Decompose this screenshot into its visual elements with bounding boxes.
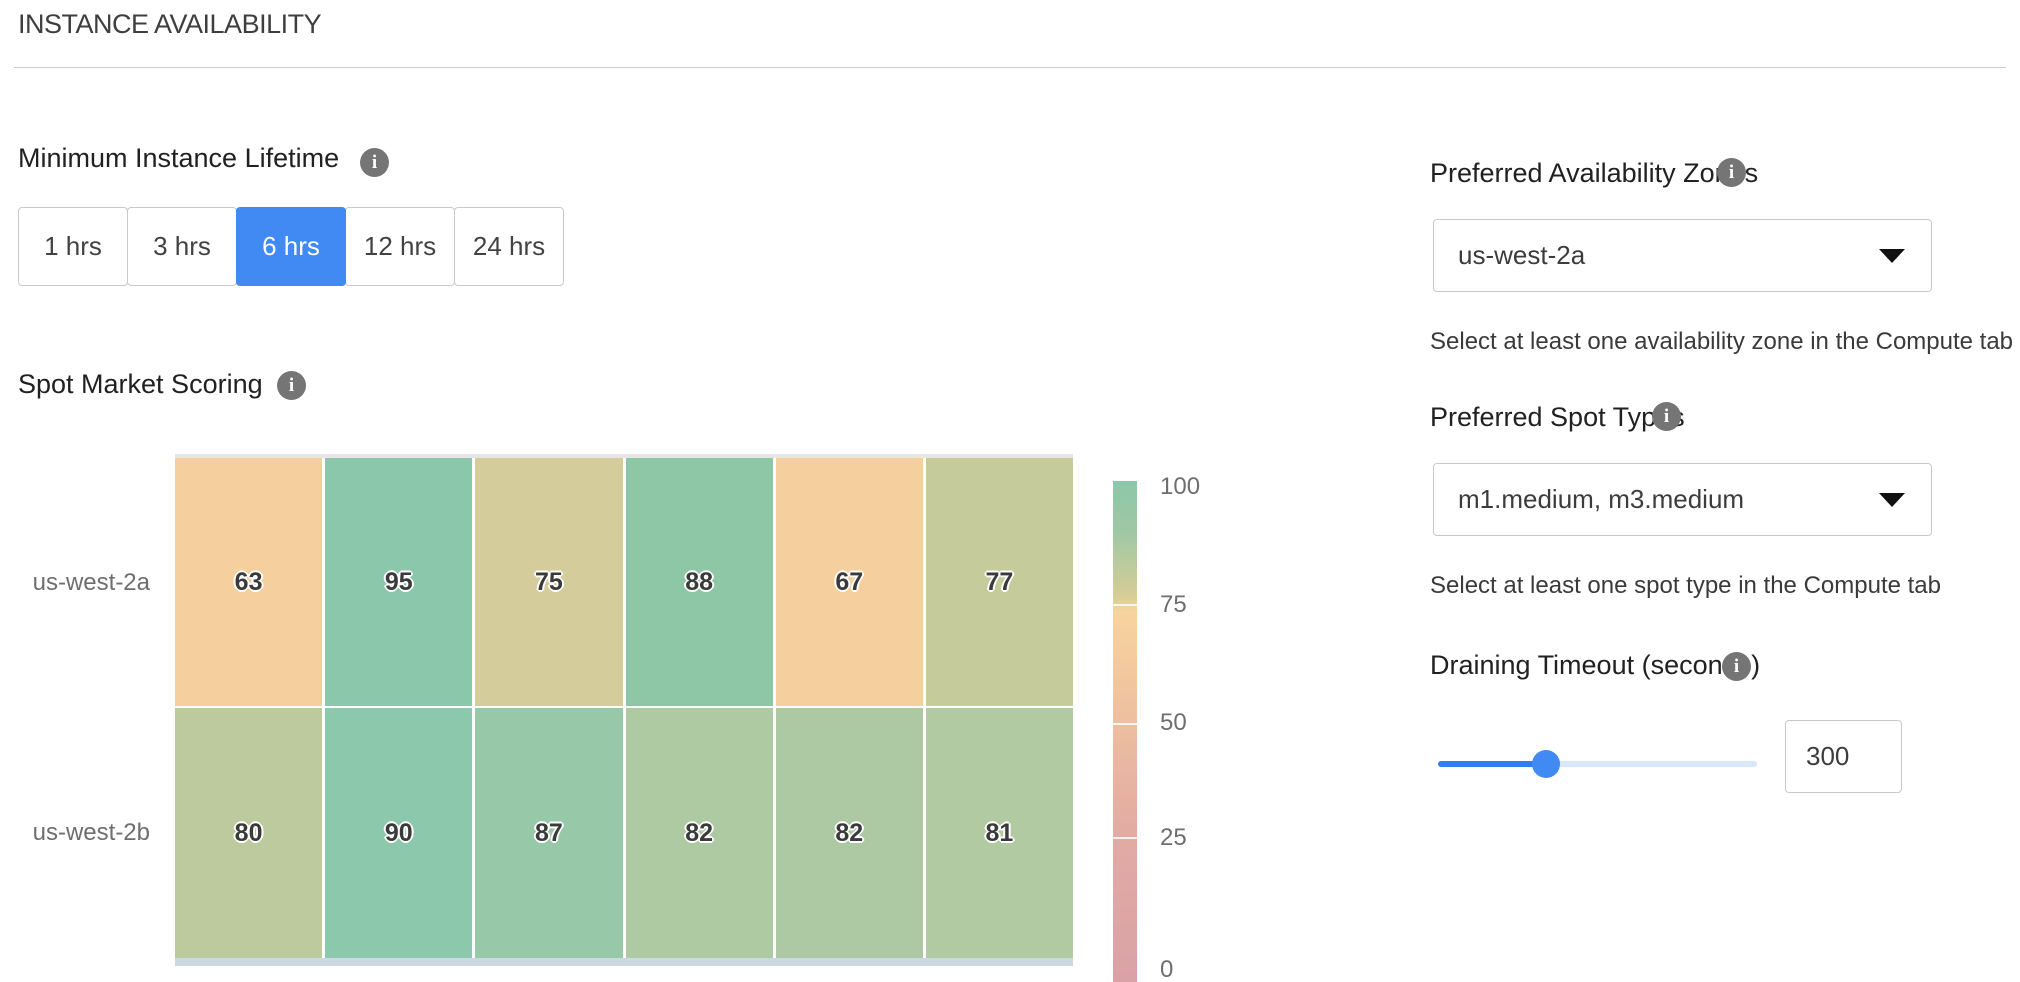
colorbar-divider-50 bbox=[1113, 723, 1137, 725]
draining-timeout-slider-fill bbox=[1438, 761, 1546, 767]
minimum-instance-lifetime-button-group: 1 hrs3 hrs6 hrs12 hrs24 hrs bbox=[18, 207, 564, 286]
heatmap-cell-value: 82 bbox=[685, 819, 713, 848]
colorbar-divider-75 bbox=[1113, 604, 1137, 606]
heatmap-cell-us-west-2b-3[interactable]: 82 bbox=[626, 708, 773, 958]
heatmap-cell-value: 75 bbox=[535, 568, 563, 597]
page-title: INSTANCE AVAILABILITY bbox=[18, 9, 321, 40]
instance-availability-panel: INSTANCE AVAILABILITY Minimum Instance L… bbox=[0, 0, 2020, 982]
heatmap-bottom-strip bbox=[175, 958, 1073, 966]
heatmap-cell-us-west-2a-5[interactable]: 77 bbox=[926, 458, 1073, 706]
heatmap-cell-us-west-2a-3[interactable]: 88 bbox=[626, 458, 773, 706]
spot-market-scoring-heatmap: 63 95 75 88 67 77 80 90 87 82 82 81 bbox=[175, 454, 1073, 966]
preferred-availability-zones-info-icon[interactable]: i bbox=[1717, 158, 1746, 187]
spot-market-scoring-label: Spot Market Scoring bbox=[18, 369, 263, 400]
availability-zones-helper-text: Select at least one availability zone in… bbox=[1430, 328, 2013, 356]
lifetime-button-6-hrs[interactable]: 6 hrs bbox=[236, 207, 346, 286]
spot-types-helper-text: Select at least one spot type in the Com… bbox=[1430, 572, 1941, 600]
preferred-spot-types-label: Preferred Spot Types bbox=[1430, 402, 1685, 433]
heatmap-cell-us-west-2b-4[interactable]: 82 bbox=[776, 708, 923, 958]
preferred-availability-zones-label: Preferred Availability Zones bbox=[1430, 158, 1758, 189]
availability-zones-dropdown-value: us-west-2a bbox=[1458, 240, 1585, 271]
colorbar-tick-25: 25 bbox=[1160, 825, 1220, 851]
heatmap-row-label-us-west-2b: us-west-2b bbox=[0, 820, 150, 846]
header-divider bbox=[14, 67, 2006, 68]
colorbar-tick-50: 50 bbox=[1160, 710, 1220, 736]
heatmap-cell-us-west-2b-0[interactable]: 80 bbox=[175, 708, 322, 958]
heatmap-row-us-west-2a: 63 95 75 88 67 77 bbox=[175, 458, 1073, 706]
heatmap-colorbar bbox=[1113, 481, 1137, 982]
heatmap-cell-us-west-2b-1[interactable]: 90 bbox=[325, 708, 472, 958]
availability-zones-dropdown[interactable]: us-west-2a bbox=[1433, 219, 1932, 292]
lifetime-button-3-hrs[interactable]: 3 hrs bbox=[127, 207, 237, 286]
heatmap-cell-value: 77 bbox=[986, 568, 1014, 597]
lifetime-button-24-hrs[interactable]: 24 hrs bbox=[454, 207, 564, 286]
heatmap-cell-value: 90 bbox=[385, 819, 413, 848]
heatmap-cell-us-west-2a-1[interactable]: 95 bbox=[325, 458, 472, 706]
heatmap-row-label-us-west-2a: us-west-2a bbox=[0, 570, 150, 596]
heatmap-cell-value: 63 bbox=[235, 568, 263, 597]
colorbar-tick-75: 75 bbox=[1160, 592, 1220, 618]
colorbar-tick-0: 0 bbox=[1160, 957, 1220, 982]
heatmap-cell-us-west-2b-5[interactable]: 81 bbox=[926, 708, 1073, 958]
heatmap-cell-value: 87 bbox=[535, 819, 563, 848]
heatmap-cell-value: 95 bbox=[385, 568, 413, 597]
chevron-down-icon bbox=[1879, 249, 1905, 263]
preferred-spot-types-info-icon[interactable]: i bbox=[1652, 402, 1681, 431]
heatmap-cell-us-west-2a-4[interactable]: 67 bbox=[776, 458, 923, 706]
draining-timeout-slider-thumb[interactable] bbox=[1532, 750, 1560, 778]
spot-types-dropdown[interactable]: m1.medium, m3.medium bbox=[1433, 463, 1932, 536]
heatmap-cell-value: 80 bbox=[235, 819, 263, 848]
heatmap-cell-us-west-2a-2[interactable]: 75 bbox=[475, 458, 622, 706]
draining-timeout-info-icon[interactable]: i bbox=[1722, 652, 1751, 681]
spot-market-scoring-info-icon[interactable]: i bbox=[277, 371, 306, 400]
lifetime-button-12-hrs[interactable]: 12 hrs bbox=[345, 207, 455, 286]
chevron-down-icon bbox=[1879, 493, 1905, 507]
heatmap-cell-value: 82 bbox=[835, 819, 863, 848]
lifetime-button-1-hrs[interactable]: 1 hrs bbox=[18, 207, 128, 286]
minimum-instance-lifetime-info-icon[interactable]: i bbox=[360, 148, 389, 177]
heatmap-cell-value: 67 bbox=[835, 568, 863, 597]
heatmap-row-us-west-2b: 80 90 87 82 82 81 bbox=[175, 708, 1073, 958]
heatmap-cell-us-west-2b-2[interactable]: 87 bbox=[475, 708, 622, 958]
heatmap-cell-value: 88 bbox=[685, 568, 713, 597]
heatmap-cell-us-west-2a-0[interactable]: 63 bbox=[175, 458, 322, 706]
draining-timeout-label: Draining Timeout (seconds) bbox=[1430, 650, 1760, 681]
draining-timeout-value: 300 bbox=[1806, 741, 1849, 772]
heatmap-cell-value: 81 bbox=[986, 819, 1014, 848]
spot-types-dropdown-value: m1.medium, m3.medium bbox=[1458, 484, 1744, 515]
draining-timeout-input[interactable]: 300 bbox=[1785, 720, 1902, 793]
minimum-instance-lifetime-label: Minimum Instance Lifetime bbox=[18, 143, 339, 174]
colorbar-tick-100: 100 bbox=[1160, 474, 1220, 500]
colorbar-divider-25 bbox=[1113, 837, 1137, 839]
